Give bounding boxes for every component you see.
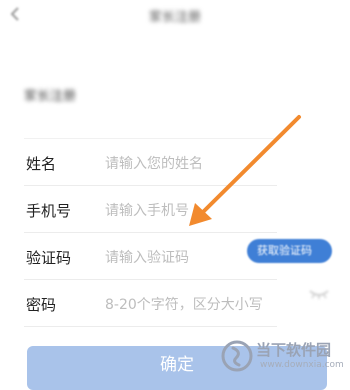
password-label: 密码 (26, 296, 57, 314)
phone-row: 手机号 请输入手机号 (24, 186, 277, 233)
page-title: 家长注册 (148, 10, 201, 25)
section-title: 家长注册 (24, 89, 77, 104)
get-code-button[interactable]: 获取验证码 (247, 239, 332, 263)
watermark: 当下软件园 www.downxia.com (220, 338, 348, 383)
phone-label: 手机号 (26, 202, 72, 220)
watermark-url: www.downxia.com (260, 360, 344, 370)
registration-form: 姓名 请输入您的姓名 手机号 请输入手机号 验证码 请输入验证码 密码 8-20… (24, 138, 277, 327)
code-row: 验证码 请输入验证码 (24, 233, 277, 280)
password-input[interactable]: 8-20个字符，区分大小写 (105, 294, 263, 314)
password-row: 密码 8-20个字符，区分大小写 (24, 280, 277, 327)
code-label: 验证码 (26, 249, 72, 267)
eye-closed-icon[interactable] (308, 286, 330, 300)
code-input[interactable]: 请输入验证码 (105, 247, 189, 267)
name-row: 姓名 请输入您的姓名 (24, 138, 277, 186)
watermark-text: 当下软件园 (256, 341, 332, 359)
name-input[interactable]: 请输入您的姓名 (105, 153, 203, 173)
watermark-logo-icon (221, 340, 253, 372)
top-bar: 家长注册 (0, 0, 350, 36)
name-label: 姓名 (26, 155, 57, 173)
phone-input[interactable]: 请输入手机号 (105, 200, 189, 220)
